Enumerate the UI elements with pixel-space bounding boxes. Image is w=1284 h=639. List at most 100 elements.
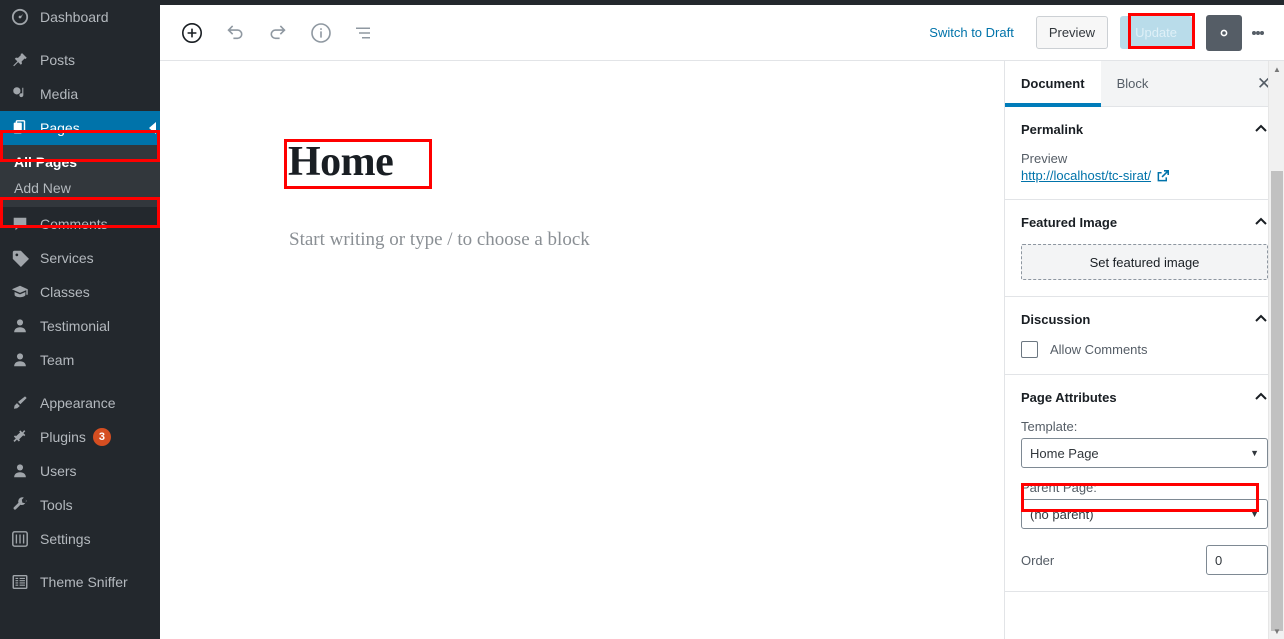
sidebar-item-pages[interactable]: Pages bbox=[0, 111, 160, 145]
tab-block[interactable]: Block bbox=[1101, 61, 1165, 106]
chevron-up-icon bbox=[1254, 390, 1268, 404]
featured-image-panel-header[interactable]: Featured Image bbox=[1021, 200, 1268, 244]
sidebar-item-label: Posts bbox=[40, 52, 76, 68]
editor-canvas: Home Start writing or type / to choose a… bbox=[160, 61, 1004, 639]
info-button[interactable] bbox=[303, 15, 339, 51]
dot bbox=[1260, 30, 1264, 35]
template-select-value: Home Page bbox=[1030, 445, 1099, 461]
chevron-up-icon bbox=[1254, 215, 1268, 229]
submenu-item-all-pages[interactable]: All Pages bbox=[0, 149, 160, 175]
template-select[interactable]: Home Page ▼ bbox=[1021, 438, 1268, 468]
post-title-input[interactable]: Home bbox=[288, 138, 394, 186]
users-icon bbox=[10, 461, 30, 481]
switch-to-draft-button[interactable]: Switch to Draft bbox=[919, 19, 1024, 46]
menu-separator bbox=[0, 556, 160, 565]
sidebar-item-classes[interactable]: Classes bbox=[0, 275, 160, 309]
sidebar-item-label: Pages bbox=[40, 120, 80, 136]
sidebar-item-label: Settings bbox=[40, 531, 91, 547]
sidebar-item-theme-sniffer[interactable]: Theme Sniffer bbox=[0, 565, 160, 599]
allow-comments-label: Allow Comments bbox=[1050, 342, 1148, 357]
permalink-preview-label: Preview bbox=[1021, 151, 1068, 166]
plug-icon bbox=[10, 427, 30, 447]
toolbar-right-group: Switch to Draft Preview Update bbox=[919, 14, 1284, 51]
chevron-up-icon bbox=[1254, 312, 1268, 326]
sidebar-item-label: Classes bbox=[40, 284, 90, 300]
sidebar-item-users[interactable]: Users bbox=[0, 454, 160, 488]
sidebar-item-label: Media bbox=[40, 86, 79, 102]
default-block-appender[interactable]: Start writing or type / to choose a bloc… bbox=[289, 229, 590, 251]
sidebar-tab-bar: Document Block ✕ bbox=[1005, 61, 1284, 107]
menu-separator bbox=[0, 34, 160, 43]
user-icon bbox=[10, 316, 30, 336]
sidebar-item-testimonial[interactable]: Testimonial bbox=[0, 309, 160, 343]
sidebar-item-label: Team bbox=[40, 352, 75, 368]
editor-toolbar: Switch to Draft Preview Update bbox=[160, 5, 1284, 61]
redo-button[interactable] bbox=[260, 15, 296, 51]
allow-comments-checkbox[interactable] bbox=[1021, 341, 1038, 358]
permalink-url-link[interactable]: http://localhost/tc-sirat/ bbox=[1021, 168, 1151, 183]
sidebar-item-comments[interactable]: Comments bbox=[0, 207, 160, 241]
permalink-panel: Permalink Preview http://localhost/tc-si… bbox=[1005, 107, 1284, 200]
parent-page-select-value: (no parent) bbox=[1030, 506, 1094, 522]
sidebar-item-media[interactable]: Media bbox=[0, 77, 160, 111]
sidebar-item-label: Theme Sniffer bbox=[40, 574, 128, 590]
preview-button[interactable]: Preview bbox=[1035, 16, 1109, 49]
featured-image-panel-title: Featured Image bbox=[1021, 214, 1118, 230]
sidebar-item-dashboard[interactable]: Dashboard bbox=[0, 0, 160, 34]
graduation-icon bbox=[10, 282, 30, 302]
discussion-panel: Discussion Allow Comments bbox=[1005, 297, 1284, 375]
chevron-down-icon: ▼ bbox=[1250, 448, 1259, 458]
update-button[interactable]: Update bbox=[1120, 16, 1192, 49]
scrollbar-thumb[interactable] bbox=[1271, 171, 1283, 631]
permalink-panel-title: Permalink bbox=[1021, 121, 1084, 137]
sidebar-scrollbar[interactable]: ▲ ▼ bbox=[1268, 61, 1284, 639]
page-attributes-panel: Page Attributes Template: Home Page ▼ Pa… bbox=[1005, 375, 1284, 592]
permalink-panel-header[interactable]: Permalink bbox=[1021, 107, 1268, 151]
list-view-button[interactable] bbox=[346, 15, 382, 51]
order-input[interactable] bbox=[1206, 545, 1268, 575]
tab-document[interactable]: Document bbox=[1005, 61, 1101, 107]
parent-page-label: Parent Page: bbox=[1021, 480, 1097, 495]
scroll-up-arrow-icon[interactable]: ▲ bbox=[1269, 61, 1284, 77]
menu-separator bbox=[0, 377, 160, 386]
permalink-row: http://localhost/tc-sirat/ bbox=[1021, 168, 1268, 183]
order-label: Order bbox=[1021, 552, 1055, 568]
settings-sidebar: Document Block ✕ Permalink Preview http:… bbox=[1004, 61, 1284, 639]
sidebar-item-plugins[interactable]: Plugins 3 bbox=[0, 420, 160, 454]
comment-icon bbox=[10, 214, 30, 234]
settings-icon bbox=[10, 529, 30, 549]
template-label: Template: bbox=[1021, 419, 1078, 434]
featured-image-panel-body: Set featured image bbox=[1021, 244, 1268, 296]
external-link-icon bbox=[1156, 169, 1170, 183]
list-icon bbox=[10, 572, 30, 592]
parent-page-select[interactable]: (no parent) ▼ bbox=[1021, 499, 1268, 529]
sidebar-item-settings[interactable]: Settings bbox=[0, 522, 160, 556]
sidebar-item-label: Tools bbox=[40, 497, 73, 513]
plugins-update-badge: 3 bbox=[92, 428, 111, 446]
sidebar-item-team[interactable]: Team bbox=[0, 343, 160, 377]
undo-button[interactable] bbox=[217, 15, 253, 51]
sidebar-item-appearance[interactable]: Appearance bbox=[0, 386, 160, 420]
sidebar-item-label: Services bbox=[40, 250, 94, 266]
brush-icon bbox=[10, 393, 30, 413]
page-attributes-panel-body: Template: Home Page ▼ Parent Page: (no p… bbox=[1021, 419, 1268, 591]
chevron-up-icon bbox=[1254, 122, 1268, 136]
sidebar-item-services[interactable]: Services bbox=[0, 241, 160, 275]
more-options-button[interactable] bbox=[1242, 15, 1274, 51]
add-block-button[interactable] bbox=[174, 15, 210, 51]
settings-gear-button[interactable] bbox=[1206, 14, 1242, 51]
wrench-icon bbox=[10, 495, 30, 515]
submenu-item-add-new[interactable]: Add New bbox=[0, 175, 160, 201]
sidebar-item-label: Comments bbox=[40, 216, 108, 232]
sidebar-item-label: Users bbox=[40, 463, 77, 479]
sidebar-item-label: Dashboard bbox=[40, 9, 109, 25]
sidebar-item-tools[interactable]: Tools bbox=[0, 488, 160, 522]
sidebar-item-label: Appearance bbox=[40, 395, 116, 411]
scroll-down-arrow-icon[interactable]: ▼ bbox=[1269, 623, 1284, 639]
set-featured-image-button[interactable]: Set featured image bbox=[1021, 244, 1268, 280]
page-attributes-panel-header[interactable]: Page Attributes bbox=[1021, 375, 1268, 419]
submenu-arrow-icon bbox=[149, 122, 156, 134]
sidebar-item-posts[interactable]: Posts bbox=[0, 43, 160, 77]
discussion-panel-title: Discussion bbox=[1021, 311, 1091, 327]
discussion-panel-header[interactable]: Discussion bbox=[1021, 297, 1268, 341]
